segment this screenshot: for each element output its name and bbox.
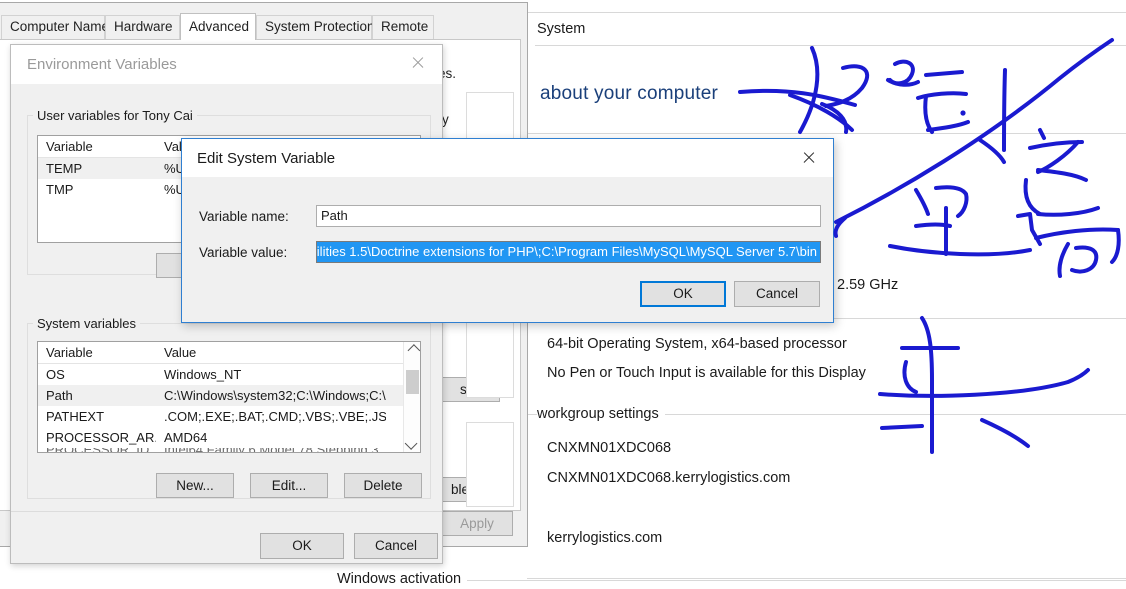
system-page-header: System: [537, 21, 586, 37]
edit-var-cancel-button[interactable]: Cancel: [734, 281, 820, 307]
edit-var-ok-button[interactable]: OK: [640, 281, 726, 307]
computer-name-text: CNXMN01XDC068: [547, 440, 672, 456]
edit-system-variable-dialog: Edit System Variable Variable name: Path…: [181, 138, 834, 323]
env-vars-titlebar: Environment Variables: [11, 45, 442, 84]
system-new-button[interactable]: New...: [156, 473, 234, 498]
variable-name-input[interactable]: Path: [316, 205, 821, 227]
system-col-variable: Variable: [46, 345, 93, 360]
system-var-value: Intel64 Family 6 Model 78 Stepping 3...: [156, 448, 386, 452]
divider-activation-right: [460, 580, 1126, 581]
table-row[interactable]: PROCESSOR_AR... AMD64: [38, 427, 420, 448]
workgroup-settings-label: workgroup settings: [537, 406, 665, 422]
system-var-value: AMD64: [164, 430, 208, 445]
system-var-name: PATHEXT: [46, 409, 105, 424]
cpu-speed-text: 2.59 GHz: [837, 277, 899, 293]
system-var-value: C:\Windows\system32;C:\Windows;C:\...: [164, 388, 386, 403]
env-vars-ok-button[interactable]: OK: [260, 533, 344, 559]
env-vars-cancel-button[interactable]: Cancel: [354, 533, 438, 559]
table-row[interactable]: PROCESSOR_ID... Intel64 Family 6 Model 7…: [38, 448, 420, 452]
system-var-name: PROCESSOR_AR...: [46, 430, 156, 445]
recovery-groupbox: [466, 422, 514, 507]
system-variables-scrollbar[interactable]: [403, 342, 420, 452]
close-icon: [411, 56, 424, 69]
footer-divider: [11, 511, 442, 512]
divider-activation: [527, 578, 1126, 579]
variable-value-label: Variable value:: [199, 245, 288, 260]
os-type-text: 64-bit Operating System, x64-based proce…: [547, 336, 847, 352]
close-icon: [802, 151, 815, 164]
user-var-name: TMP: [46, 182, 74, 197]
user-profiles-fragment: y: [442, 112, 449, 127]
divider-under-header: [535, 45, 1126, 46]
variable-value-input[interactable]: ilities 1.5\Doctrine extensions for PHP\…: [316, 241, 821, 263]
table-row[interactable]: PATHEXT .COM;.EXE;.BAT;.CMD;.VBS;.VBE;.J…: [38, 406, 420, 427]
screen-root: System about your computer 2.59 GHz 64-b…: [0, 0, 1126, 589]
system-variables-list[interactable]: Variable Value OS Windows_NT Path C:\Win…: [37, 341, 421, 453]
user-var-name: TEMP: [46, 161, 83, 176]
tab-system-protection[interactable]: System Protection: [256, 15, 375, 39]
system-var-name: Path: [46, 388, 73, 403]
user-variables-label: User variables for Tony Cai: [33, 108, 197, 123]
env-vars-title: Environment Variables: [27, 56, 177, 73]
apply-button[interactable]: Apply: [441, 511, 513, 536]
scroll-down-button[interactable]: [404, 435, 420, 452]
user-col-variable: Variable: [46, 139, 93, 154]
scroll-up-button[interactable]: [404, 342, 420, 359]
full-computer-name-text: CNXMN01XDC068.kerrylogistics.com: [547, 470, 791, 486]
table-row[interactable]: OS Windows_NT: [38, 364, 420, 385]
system-properties-tabstrip: Computer Name Hardware Advanced System P…: [0, 13, 529, 40]
tab-remote[interactable]: Remote: [372, 15, 434, 39]
chevron-down-icon: [404, 437, 418, 450]
divider-top: [527, 12, 1126, 13]
system-delete-button[interactable]: Delete: [344, 473, 422, 498]
tab-hardware[interactable]: Hardware: [105, 15, 180, 39]
divider-about: [527, 133, 1126, 134]
system-col-value: Value: [164, 345, 197, 360]
edit-var-title: Edit System Variable: [197, 150, 336, 167]
system-var-value: Windows_NT: [164, 367, 242, 382]
system-var-value: .COM;.EXE;.BAT;.CMD;.VBS;.VBE;.JS;....: [164, 409, 386, 424]
scrollbar-thumb[interactable]: [406, 370, 419, 394]
tab-advanced[interactable]: Advanced: [180, 13, 256, 40]
system-var-name: OS: [46, 367, 65, 382]
variable-name-label: Variable name:: [199, 209, 289, 224]
edit-var-titlebar: Edit System Variable: [182, 139, 833, 177]
windows-activation-label: Windows activation: [337, 571, 468, 587]
system-variables-label: System variables: [33, 316, 140, 331]
system-variables-header: Variable Value: [38, 342, 420, 364]
edit-var-close-button[interactable]: [786, 142, 830, 172]
pen-touch-text: No Pen or Touch Input is available for t…: [547, 365, 866, 381]
system-edit-button[interactable]: Edit...: [250, 473, 328, 498]
about-your-computer-heading: about your computer: [540, 83, 719, 104]
table-row[interactable]: Path C:\Windows\system32;C:\Windows;C:\.…: [38, 385, 420, 406]
chevron-up-icon: [407, 344, 420, 357]
tab-computer-name[interactable]: Computer Name: [1, 15, 109, 39]
env-vars-close-button[interactable]: [396, 47, 438, 77]
domain-text: kerrylogistics.com: [547, 530, 663, 546]
system-var-name: PROCESSOR_ID...: [38, 448, 156, 452]
